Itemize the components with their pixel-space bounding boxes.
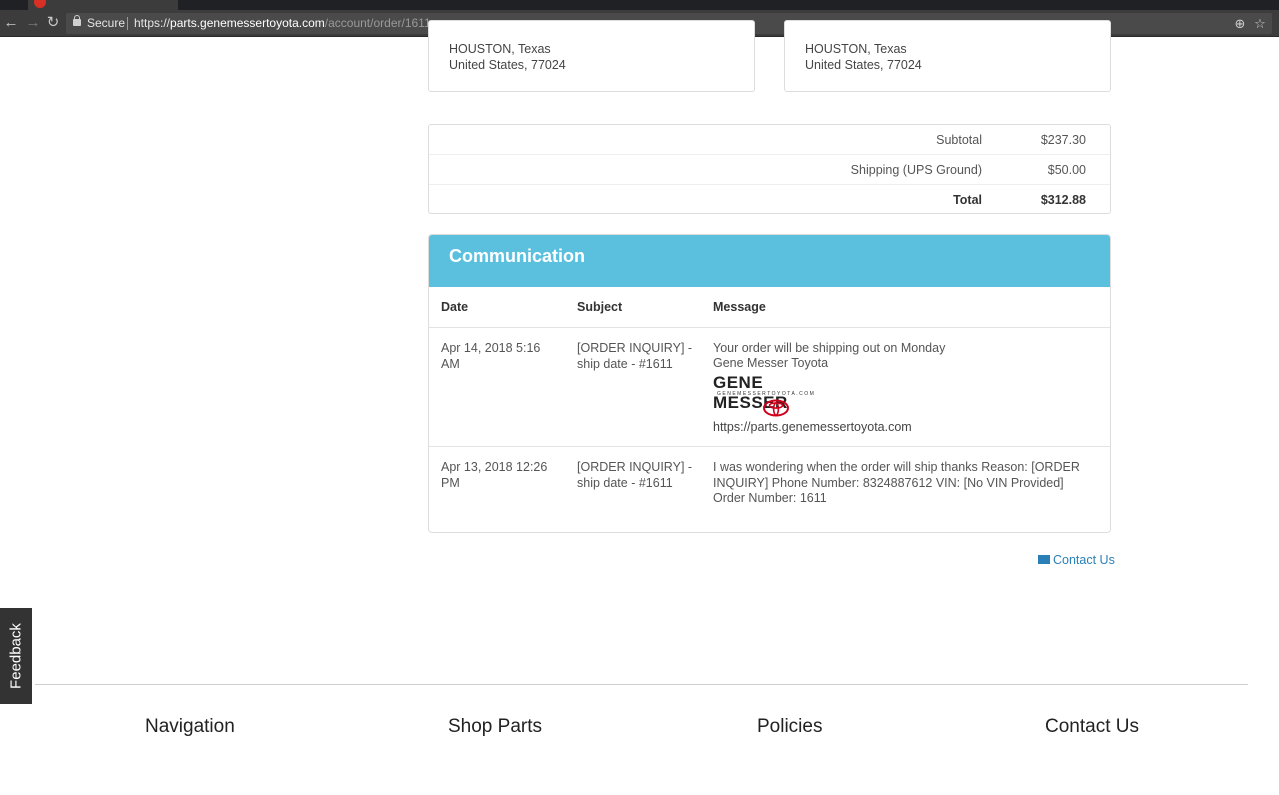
country-zip: United States, 77024: [449, 58, 566, 72]
communication-header: Communication: [429, 235, 1110, 287]
gene-messer-logo: GENE MESSER GENEMESSERTOYOTA.COM: [713, 373, 843, 419]
footer-heading-shop-parts: Shop Parts: [448, 716, 542, 737]
url-text[interactable]: https://parts.genemessertoyota.com/accou…: [134, 13, 431, 34]
url-scheme: https://: [134, 16, 171, 30]
zoom-icon[interactable]: ⊕: [1232, 13, 1248, 34]
contact-us-link[interactable]: Contact Us: [1038, 553, 1115, 567]
row-divider: [429, 446, 1110, 447]
message-signature: Gene Messer Toyota: [713, 356, 829, 370]
feedback-tab[interactable]: Feedback: [0, 608, 32, 704]
footer-heading-navigation: Navigation: [145, 716, 235, 737]
order-totals: Subtotal $237.30 Shipping (UPS Ground) $…: [428, 124, 1111, 214]
subtotal-label: Subtotal: [936, 133, 982, 147]
bookmark-star-icon[interactable]: ☆: [1252, 13, 1268, 34]
shipping-row: Shipping (UPS Ground) $50.00: [429, 155, 1110, 185]
browser-tabstrip: [0, 0, 1279, 10]
url-path: /account/order/1611: [324, 16, 431, 30]
header-divider: [429, 327, 1110, 328]
subtotal-value: $237.30: [1040, 133, 1086, 147]
omnibox-separator: [127, 17, 128, 30]
message-subject: [ORDER INQUIRY] - ship date - #1611: [577, 341, 693, 371]
toyota-emblem-icon: [763, 399, 789, 417]
url-host: parts.genemessertoyota.com: [170, 16, 325, 30]
column-header-subject: Subject: [577, 300, 623, 314]
message-date: Apr 14, 2018 5:16 AM: [441, 341, 541, 371]
communication-panel: Communication Date Subject Message Apr 1…: [428, 234, 1111, 533]
back-arrow-icon[interactable]: ←: [2, 14, 20, 32]
billing-address-card: HOUSTON, Texas United States, 77024: [428, 20, 755, 92]
logo-subtext: GENEMESSERTOYOTA.COM: [717, 391, 816, 397]
message-url[interactable]: https://parts.genemessertoyota.com: [713, 420, 1093, 436]
contact-us-label: Contact Us: [1053, 553, 1115, 567]
total-label: Total: [953, 193, 982, 207]
message-subject: [ORDER INQUIRY] - ship date - #1611: [577, 460, 693, 490]
subtotal-row: Subtotal $237.30: [429, 125, 1110, 155]
message-line: Your order will be shipping out on Monda…: [713, 341, 946, 355]
shipping-value: $50.00: [1047, 163, 1086, 177]
shipping-label: Shipping (UPS Ground): [850, 163, 982, 177]
footer-heading-contact-us: Contact Us: [1045, 716, 1139, 737]
favicon-icon: [34, 0, 46, 8]
city-state: HOUSTON, Texas: [805, 42, 907, 56]
city-state: HOUSTON, Texas: [449, 42, 551, 56]
column-header-date: Date: [441, 300, 469, 314]
total-value: $312.88: [1040, 193, 1086, 207]
forward-arrow-icon[interactable]: →: [24, 14, 42, 32]
country-zip: United States, 77024: [805, 58, 922, 72]
footer-divider: [35, 684, 1248, 685]
shipping-address-card: HOUSTON, Texas United States, 77024: [784, 20, 1111, 92]
communication-title: Communication: [449, 246, 586, 266]
lock-icon: [73, 15, 81, 26]
message-body: I was wondering when the order will ship…: [713, 460, 1080, 505]
feedback-label: Feedback: [7, 623, 25, 689]
browser-tab[interactable]: [28, 0, 178, 10]
column-header-message: Message: [713, 300, 766, 314]
footer-heading-policies: Policies: [757, 716, 823, 737]
message-date: Apr 13, 2018 12:26 PM: [441, 460, 548, 490]
envelope-icon: [1038, 555, 1050, 564]
total-row: Total $312.88: [429, 185, 1110, 215]
reload-icon[interactable]: ↻: [44, 14, 62, 32]
secure-label: Secure: [87, 16, 126, 30]
